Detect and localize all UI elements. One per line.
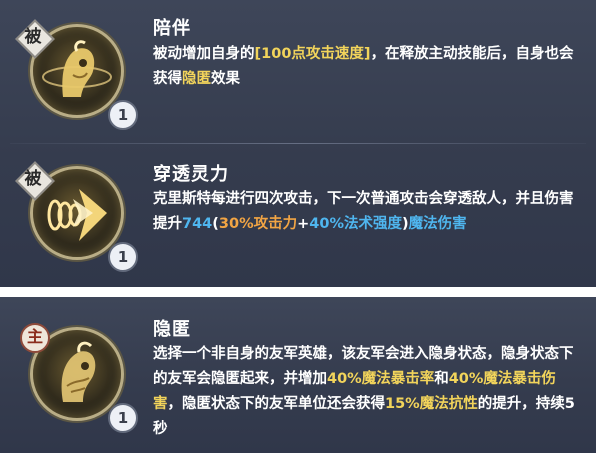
skill-level-badge: 1 — [108, 100, 138, 130]
skill-icon-frame: 被 1 — [15, 152, 138, 272]
spell-power-ratio: 40%法术强度 — [309, 216, 403, 232]
skill-card-companion[interactable]: 被 1 陪伴 被动增加自身的[100点攻击速度]，在释放主动技能后，自身也会获得… — [0, 0, 596, 140]
skill-divider — [10, 143, 586, 144]
skill-description: 克里斯特每进行四次攻击，下一次普通攻击会穿透敌人，并且伤害提升744(30%攻击… — [153, 191, 574, 232]
skill-description: 选择一个非自身的友军英雄，该友军会进入隐身状态，隐身状态下的友军会隐匿起来，并增… — [153, 346, 575, 437]
skill-card-piercing[interactable]: 被 1 穿透灵力 克里斯特每进行四次攻击，下一次普通攻击会穿透敌人，并且伤害提升… — [0, 146, 596, 286]
active-skill-panel: 主 1 隐匿 选择一个非自身的友军英雄，该友军会进入隐身状态，隐身状态下的友军会… — [0, 297, 596, 453]
attack-speed-bonus: 100点攻击速度 — [261, 46, 364, 62]
passive-skills-panel: 被 1 陪伴 被动增加自身的[100点攻击速度]，在释放主动技能后，自身也会获得… — [0, 0, 596, 287]
active-tag: 主 — [18, 321, 52, 355]
skill-level-badge: 1 — [108, 242, 138, 272]
skill-title: 隐匿 — [153, 319, 191, 340]
skill-level-badge: 1 — [108, 403, 138, 433]
crit-rate-bonus: 40%魔法暴击率 — [327, 371, 435, 387]
skill-title: 穿透灵力 — [153, 164, 229, 185]
magic-resist-bonus: 15%魔法抗性 — [385, 396, 478, 412]
damage-value: 744 — [182, 216, 213, 232]
magic-damage-keyword: 魔法伤害 — [408, 216, 467, 232]
skill-description: 被动增加自身的[100点攻击速度]，在释放主动技能后，自身也会获得隐匿效果 — [153, 46, 574, 87]
skill-icon-frame: 被 1 — [15, 10, 138, 130]
attack-ratio: 30%攻击力 — [218, 216, 298, 232]
passive-tag: 被 — [15, 161, 55, 201]
skill-card-stealth[interactable]: 主 1 隐匿 选择一个非自身的友军英雄，该友军会进入隐身状态，隐身状态下的友军会… — [0, 297, 596, 437]
skill-title: 陪伴 — [153, 18, 191, 39]
skill-icon-frame: 主 1 — [16, 313, 138, 433]
stealth-keyword: 隐匿 — [182, 71, 211, 87]
passive-tag: 被 — [15, 19, 55, 59]
